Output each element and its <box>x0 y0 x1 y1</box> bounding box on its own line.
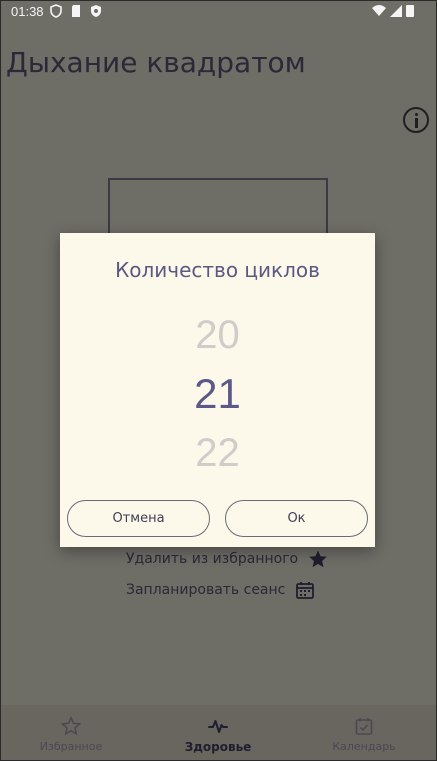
nav-label-favorites: Избранное <box>39 740 103 753</box>
star-filled-icon <box>308 549 328 569</box>
remove-favorite-label: Удалить из избранного <box>126 551 299 567</box>
cycles-dialog: Количество циклов 20 21 22 Отмена Ок <box>60 233 375 547</box>
picker-previous-value[interactable]: 20 <box>60 313 375 358</box>
sd-card-icon <box>69 4 83 18</box>
battery-icon <box>405 4 415 18</box>
schedule-session-button[interactable]: Запланировать сеанс <box>126 578 315 602</box>
ok-button[interactable]: Ок <box>225 500 368 537</box>
picker-next-value[interactable]: 22 <box>60 431 375 476</box>
security-badge-icon <box>89 4 103 18</box>
nav-item-health[interactable]: Здоровье <box>158 705 278 760</box>
status-time: 01:38 <box>11 4 44 19</box>
info-icon[interactable] <box>403 107 429 133</box>
nav-label-calendar: Календарь <box>332 740 396 753</box>
wifi-icon <box>371 4 387 18</box>
bottom-nav: Избранное Здоровье Календарь <box>1 705 436 760</box>
cancel-button[interactable]: Отмена <box>67 500 210 537</box>
signal-icon <box>389 4 403 18</box>
picker-selected-value[interactable]: 21 <box>60 370 375 418</box>
schedule-session-label: Запланировать сеанс <box>126 582 286 598</box>
calendar-icon <box>295 580 315 600</box>
nav-label-health: Здоровье <box>184 740 252 754</box>
star-outline-icon <box>61 716 81 736</box>
remove-favorite-button[interactable]: Удалить из избранного <box>126 547 328 571</box>
heartbeat-icon <box>208 716 228 736</box>
status-bar: 01:38 <box>0 0 437 24</box>
nav-item-calendar[interactable]: Календарь <box>304 705 424 760</box>
dialog-title: Количество циклов <box>115 258 320 282</box>
page-title: Дыхание квадратом <box>6 46 306 79</box>
shield-icon <box>49 4 63 18</box>
calendar-check-icon <box>354 716 374 736</box>
nav-item-favorites[interactable]: Избранное <box>11 705 131 760</box>
